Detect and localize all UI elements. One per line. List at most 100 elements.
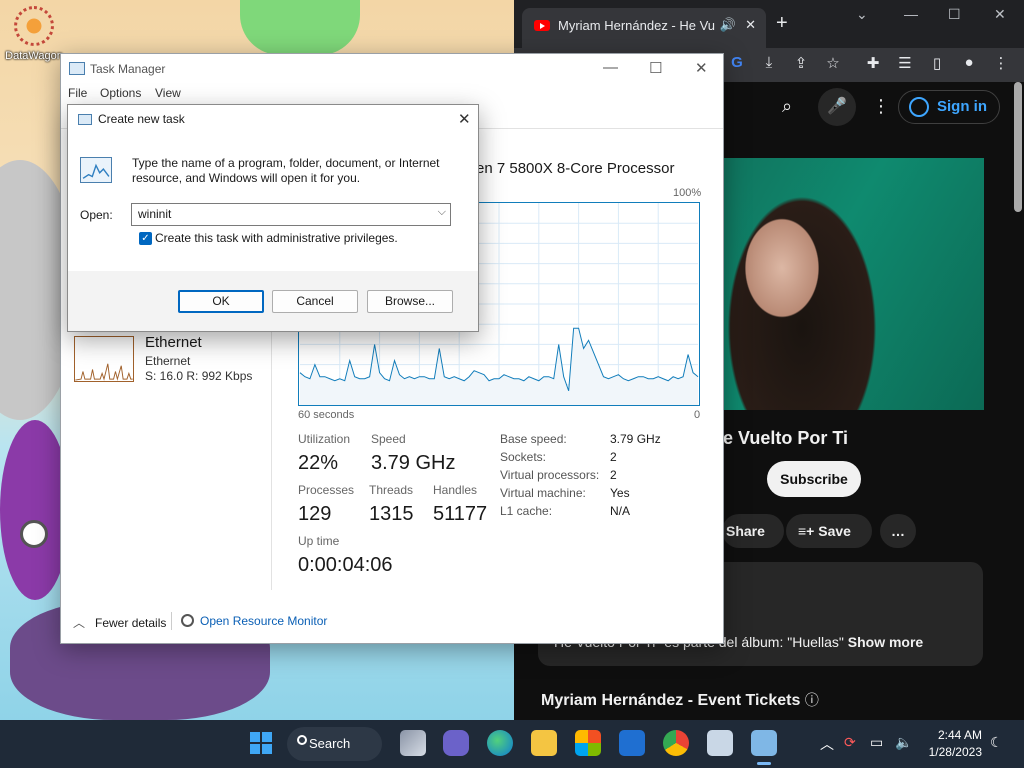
new-tab-button[interactable]: + [776, 12, 788, 35]
teams-chat-icon[interactable] [443, 730, 469, 756]
wallpaper-character-shape [20, 520, 48, 548]
menu-view[interactable]: View [155, 86, 181, 100]
chrome-icon[interactable] [663, 730, 689, 756]
share-button[interactable]: Share [722, 514, 784, 548]
task-manager-footer: ︿ Fewer details Open Resource Monitor [61, 609, 723, 643]
show-hidden-icons-chevron-icon[interactable]: ︿ [820, 734, 834, 754]
resource-monitor-app-icon[interactable] [707, 730, 733, 756]
window-title: Task Manager [90, 62, 166, 76]
open-resource-monitor-link[interactable]: Open Resource Monitor [181, 614, 327, 628]
admin-privileges-checkbox[interactable]: ✓ [139, 232, 152, 245]
close-tab-icon[interactable]: ✕ [745, 17, 756, 33]
install-icon[interactable]: ⤓ [758, 54, 780, 71]
chrome-tab-bar: Myriam Hernández - He Vu 🔊 ✕ + ⌄ — ☐ ✕ [514, 0, 1024, 48]
minimize-icon[interactable]: — [603, 59, 618, 76]
maximize-icon[interactable]: ☐ [948, 6, 961, 23]
extensions-icon[interactable]: ✚ [862, 54, 884, 72]
wallpaper-character-shape [240, 0, 360, 55]
maximize-icon[interactable]: ☐ [649, 59, 662, 77]
volume-icon[interactable]: 🔈 [895, 734, 912, 751]
media-queue-icon[interactable]: ☰ [894, 54, 916, 72]
share-icon[interactable]: ⇪ [790, 54, 812, 72]
video-title: le Vuelto Por Ti [718, 428, 849, 448]
speed-value: 3.79 GHz [371, 452, 456, 474]
fewer-details-label: Fewer details [95, 616, 167, 630]
task-manager-app-icon[interactable] [751, 730, 777, 756]
sync-status-icon[interactable]: ⟳ [844, 734, 856, 751]
sign-in-button[interactable]: Sign in [898, 90, 1000, 124]
chrome-tab-youtube[interactable]: Myriam Hernández - He Vu 🔊 ✕ [522, 8, 766, 48]
info-icon[interactable]: ⓘ [805, 692, 819, 708]
chrome-menu-icon[interactable]: ⋮ [990, 54, 1012, 72]
video-player[interactable] [722, 158, 984, 410]
ethernet-title: Ethernet [145, 334, 202, 351]
spec-value-virtual-processors: 2 [610, 468, 617, 482]
tab-title: Myriam Hernández - He Vu [558, 18, 716, 33]
desktop-shortcut-datawagon[interactable]: DataWagon [4, 6, 64, 62]
minimize-icon[interactable]: — [904, 6, 918, 22]
resource-monitor-label: Open Resource Monitor [200, 614, 328, 628]
datawagon-logo-icon [14, 6, 54, 46]
fewer-details-button[interactable]: ︿ Fewer details [73, 614, 166, 631]
open-combobox[interactable]: wininit ⌵ [131, 203, 451, 226]
ethernet-throughput: S: 16.0 R: 992 Kbps [145, 369, 253, 383]
cancel-button[interactable]: Cancel [272, 290, 358, 313]
chevron-down-icon[interactable]: ⌵ [438, 206, 446, 219]
dialog-message: Type the name of a program, folder, docu… [132, 156, 440, 185]
edge-browser-icon[interactable] [487, 730, 513, 756]
bookmark-star-icon[interactable]: ☆ [822, 54, 844, 72]
taskbar: Search ︿ ⟳ ▭ 🔈 2:44 AM 1/28/2023 ☾ [0, 720, 1024, 768]
sidebar-item-ethernet[interactable]: Ethernet Ethernet S: 16.0 R: 992 Kbps [73, 334, 269, 386]
taskbar-date[interactable]: 1/28/2023 [920, 745, 982, 759]
side-panel-icon[interactable]: ▯ [926, 54, 948, 72]
file-explorer-icon[interactable] [531, 730, 557, 756]
cpu-graph-min-label: 0 [694, 409, 701, 421]
browse-button[interactable]: Browse... [367, 290, 453, 313]
save-label: Save [818, 523, 851, 539]
speaker-icon[interactable]: 🔊 [720, 17, 736, 33]
spec-label-base-speed: Base speed: [500, 432, 567, 446]
tab-search-chevron-icon[interactable]: ⌄ [856, 6, 868, 23]
notifications-moon-icon[interactable]: ☾ [990, 734, 1003, 751]
start-windows-icon[interactable] [250, 732, 272, 754]
profile-icon[interactable]: ● [958, 54, 980, 71]
network-icon[interactable]: ▭ [870, 734, 883, 751]
spec-value-sockets: 2 [610, 450, 617, 464]
more-actions-label: … [891, 523, 905, 539]
open-label: Open: [80, 208, 113, 222]
utilization-value: 22% [298, 452, 339, 474]
uptime-label: Up time [298, 534, 340, 548]
more-options-icon[interactable]: ⋮ [872, 96, 890, 117]
ethernet-adapter: Ethernet [145, 354, 191, 368]
admin-privileges-label[interactable]: Create this task with administrative pri… [155, 231, 398, 245]
close-icon[interactable]: ✕ [458, 110, 471, 128]
search-icon[interactable]: ⌕ [782, 96, 792, 117]
menu-options[interactable]: Options [100, 86, 141, 100]
taskbar-time[interactable]: 2:44 AM [932, 728, 982, 742]
share-label: Share [726, 523, 765, 539]
event-tickets-label: Myriam Hernández - Event Tickets [541, 692, 801, 709]
more-actions-button[interactable]: … [880, 514, 916, 548]
chevron-up-icon: ︿ [73, 616, 86, 630]
subscribe-button[interactable]: Subscribe [767, 461, 861, 497]
close-window-icon[interactable]: ✕ [994, 6, 1006, 23]
cpu-model-name: yzen 7 5800X 8-Core Processor [461, 160, 675, 177]
spec-value-base-speed: 3.79 GHz [610, 432, 661, 446]
desktop-shortcut-label: DataWagon [5, 50, 63, 62]
save-button[interactable]: ≡+ Save [786, 514, 872, 548]
microphone-icon[interactable]: 🎤 [818, 88, 856, 126]
task-manager-graph-icon [80, 157, 112, 183]
task-view-icon[interactable] [400, 730, 426, 756]
page-scrollbar[interactable] [1014, 82, 1022, 212]
ok-button[interactable]: OK [178, 290, 264, 313]
menu-file[interactable]: File [68, 86, 87, 100]
save-playlist-icon: ≡+ [798, 523, 819, 539]
mail-icon[interactable] [619, 730, 645, 756]
microsoft-store-icon[interactable] [575, 730, 601, 756]
task-manager-titlebar[interactable]: Task Manager — ☐ ✕ [61, 54, 723, 84]
close-window-icon[interactable]: ✕ [695, 59, 708, 77]
google-icon[interactable]: G [726, 54, 748, 71]
taskbar-search-button[interactable]: Search [287, 727, 382, 761]
spec-value-virtual-machine: Yes [610, 486, 630, 500]
show-more-link[interactable]: Show more [848, 634, 923, 650]
